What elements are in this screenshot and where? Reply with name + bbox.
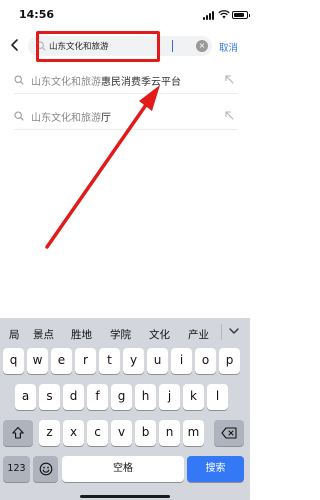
key-t[interactable]: t [99, 348, 120, 374]
key-m[interactable]: m [183, 420, 204, 446]
backspace-icon [221, 427, 237, 439]
key-z[interactable]: z [39, 420, 60, 446]
key-c[interactable]: c [87, 420, 108, 446]
key-s[interactable]: s [39, 384, 60, 410]
candidate-bar: 局 景点 胜地 学院 文化 产业 [0, 318, 250, 348]
candidate-word[interactable]: 文化 [149, 327, 170, 342]
keyboard: 局 景点 胜地 学院 文化 产业 q w e r t y u i o p a s… [0, 318, 250, 500]
emoji-icon [39, 462, 52, 476]
key-y[interactable]: y [123, 348, 144, 374]
key-o[interactable]: o [195, 348, 216, 374]
key-p[interactable]: p [219, 348, 240, 374]
key-u[interactable]: u [147, 348, 168, 374]
key-v[interactable]: v [111, 420, 132, 446]
chevron-down-icon[interactable] [228, 326, 240, 336]
key-h[interactable]: h [135, 384, 156, 410]
key-e[interactable]: e [51, 348, 72, 374]
candidate-word[interactable]: 学院 [110, 327, 131, 342]
key-b[interactable]: b [135, 420, 156, 446]
candidate-word[interactable]: 产业 [188, 327, 209, 342]
key-l[interactable]: l [207, 384, 228, 410]
shift-icon [12, 426, 24, 439]
key-r[interactable]: r [75, 348, 96, 374]
key-i[interactable]: i [171, 348, 192, 374]
space-key[interactable]: 空格 [62, 456, 184, 482]
key-f[interactable]: f [87, 384, 108, 410]
candidate-word[interactable]: 胜地 [71, 327, 92, 342]
candidate-word[interactable]: 局 [9, 327, 20, 342]
emoji-key[interactable] [33, 456, 58, 482]
key-d[interactable]: d [63, 384, 84, 410]
candidate-word[interactable]: 景点 [33, 327, 54, 342]
divider [221, 324, 222, 340]
key-x[interactable]: x [63, 420, 84, 446]
key-w[interactable]: w [27, 348, 48, 374]
key-j[interactable]: j [159, 384, 180, 410]
search-key[interactable]: 搜索 [187, 456, 244, 482]
key-k[interactable]: k [183, 384, 204, 410]
shift-key[interactable] [3, 420, 33, 446]
key-n[interactable]: n [159, 420, 180, 446]
home-indicator [80, 495, 170, 498]
key-a[interactable]: a [15, 384, 36, 410]
key-q[interactable]: q [3, 348, 24, 374]
key-g[interactable]: g [111, 384, 132, 410]
delete-key[interactable] [214, 420, 244, 446]
numbers-key[interactable]: 123 [3, 456, 30, 482]
